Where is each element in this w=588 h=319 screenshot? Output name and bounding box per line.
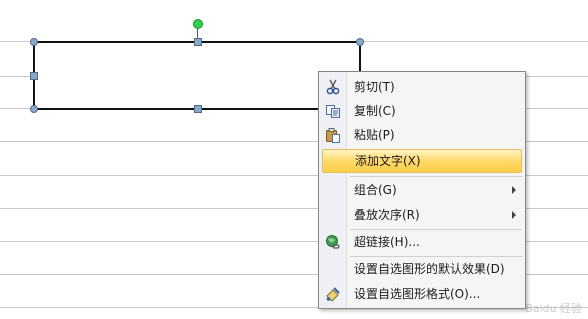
context-menu: 剪切(T) 复制(C) 粘贴(P) 添加文字(X) 组合(G) 叠放次序(R) … [318,71,526,309]
resize-handle-top-left[interactable] [30,38,38,46]
menu-item-label: 剪切(T) [354,80,395,94]
resize-handle-top-middle[interactable] [194,38,202,46]
menu-item-paste[interactable]: 粘贴(P) [319,123,525,147]
copy-icon [325,103,341,119]
menu-item-label: 组合(G) [354,183,397,197]
menu-item-add-text[interactable]: 添加文字(X) [322,149,522,173]
rotation-handle[interactable] [193,19,203,29]
menu-item-format-shape[interactable]: 设置自选图形格式(O)... [319,282,525,306]
menu-item-hyperlink[interactable]: 超链接(H)... [319,230,525,254]
menu-separator [350,176,522,177]
menu-item-label: 设置自选图形格式(O)... [354,287,481,301]
submenu-arrow-icon [512,186,516,194]
menu-item-label: 设置自选图形的默认效果(D) [354,262,505,276]
submenu-arrow-icon [512,211,516,219]
resize-handle-bottom-middle[interactable] [194,105,202,113]
menu-item-copy[interactable]: 复制(C) [319,99,525,123]
menu-item-label: 复制(C) [354,104,396,118]
resize-handle-top-right[interactable] [356,38,364,46]
menu-item-label: 粘贴(P) [354,128,395,142]
menu-item-cut[interactable]: 剪切(T) [319,75,525,99]
menu-item-label: 添加文字(X) [355,154,421,168]
paste-icon [325,127,341,143]
menu-item-set-default-effect[interactable]: 设置自选图形的默认效果(D) [319,257,525,281]
selected-rectangle-shape[interactable] [33,41,361,110]
resize-handle-middle-left[interactable] [30,72,38,80]
format-shape-icon [325,286,341,302]
menu-item-label: 叠放次序(R) [354,208,420,222]
scissors-icon [325,79,341,95]
menu-item-order[interactable]: 叠放次序(R) [319,203,525,227]
menu-item-label: 超链接(H)... [354,235,420,249]
hyperlink-globe-icon [325,234,341,250]
menu-item-group[interactable]: 组合(G) [319,178,525,202]
watermark: Baidu 经验 [525,302,582,315]
resize-handle-bottom-left[interactable] [30,105,38,113]
